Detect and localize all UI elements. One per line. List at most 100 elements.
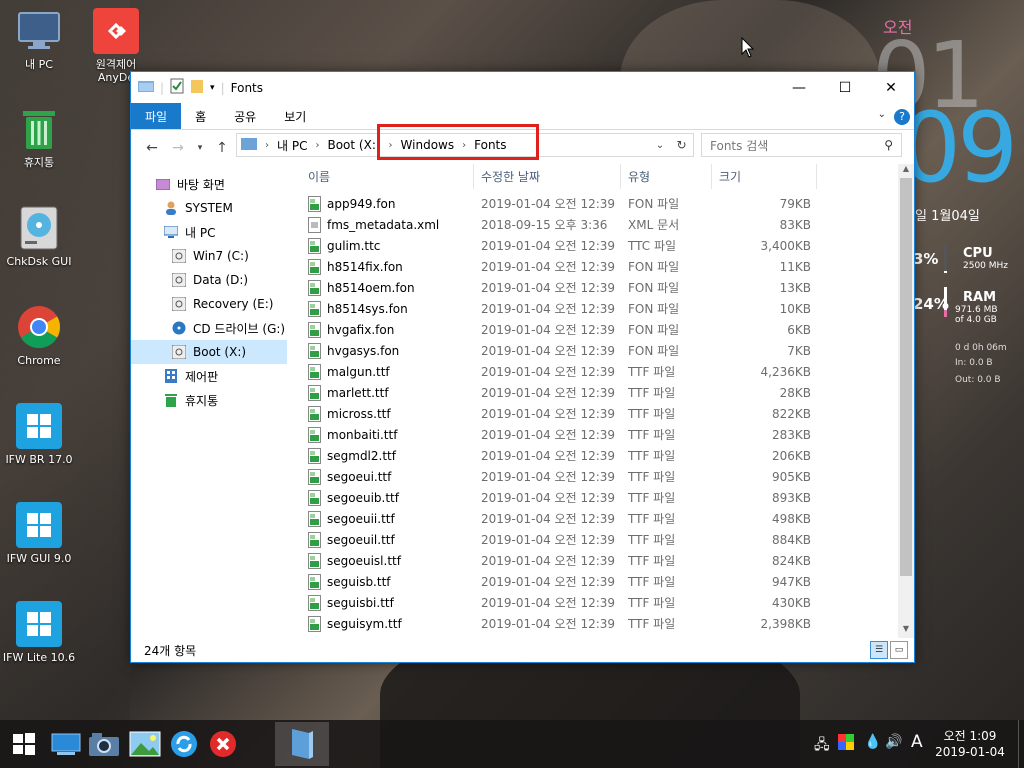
taskbar-image-viewer[interactable] xyxy=(127,726,163,762)
breadcrumb-my-pc[interactable]: 내 PC xyxy=(273,137,311,154)
desktop-icon-ifw-br[interactable]: IFW BR 17.0 xyxy=(1,403,77,466)
back-button[interactable]: ← xyxy=(139,140,165,156)
file-row[interactable]: segoeuisl.ttf 2019-01-04 오전 12:39 TTF 파일 82… xyxy=(301,550,900,571)
file-date: 2019-01-04 오전 12:39 xyxy=(481,529,615,550)
file-row[interactable]: hvgafix.fon 2019-01-04 오전 12:39 FON 파일 6KB xyxy=(301,319,900,340)
breadcrumb-boot[interactable]: Boot (X:) xyxy=(323,138,384,152)
file-row[interactable]: hvgasys.fon 2019-01-04 오전 12:39 FON 파일 7KB xyxy=(301,340,900,361)
file-row[interactable]: segoeuii.ttf 2019-01-04 오전 12:39 TTF 파일 498… xyxy=(301,508,900,529)
help-button[interactable]: ? xyxy=(894,109,910,125)
file-row[interactable]: segmdl2.ttf 2019-01-04 오전 12:39 TTF 파일 206K… xyxy=(301,445,900,466)
up-button[interactable]: ↑ xyxy=(209,140,235,156)
vertical-scrollbar[interactable]: ▲ ▼ xyxy=(898,164,914,638)
file-row[interactable]: malgun.ttf 2019-01-04 오전 12:39 TTF 파일 4,236… xyxy=(301,361,900,382)
file-row[interactable]: seguisb.ttf 2019-01-04 오전 12:39 TTF 파일 947K… xyxy=(301,571,900,592)
file-size-text: 28KB xyxy=(779,385,811,400)
nav-item-my-pc[interactable]: 내 PC xyxy=(163,220,215,244)
desktop-icon-my-pc[interactable]: 내 PC xyxy=(1,8,77,71)
expand-ribbon-icon[interactable]: ⌄ xyxy=(878,109,886,120)
taskbar-explorer-window[interactable] xyxy=(275,722,329,766)
file-row[interactable]: h8514fix.fon 2019-01-04 오전 12:39 FON 파일 11K… xyxy=(301,256,900,277)
search-input[interactable]: Fonts 검색 ⚲ xyxy=(701,133,902,157)
refresh-button[interactable]: ↻ xyxy=(670,133,694,157)
file-row[interactable]: app949.fon 2019-01-04 오전 12:39 FON 파일 79KB xyxy=(301,193,900,214)
file-row[interactable]: h8514oem.fon 2019-01-04 오전 12:39 FON 파일 13K… xyxy=(301,277,900,298)
nav-item-control-panel[interactable]: 제어판 xyxy=(163,364,218,388)
start-button[interactable] xyxy=(6,726,42,762)
file-date: 2019-01-04 오전 12:39 xyxy=(481,298,615,319)
file-row[interactable]: monbaiti.ttf 2019-01-04 오전 12:39 TTF 파일 283… xyxy=(301,424,900,445)
file-date: 2019-01-04 오전 12:39 xyxy=(481,382,615,403)
details-view-button[interactable]: ☰ xyxy=(870,641,888,659)
nav-item-desktop[interactable]: 바탕 화면 xyxy=(155,172,225,196)
nav-item-recovery[interactable]: Recovery (E:) xyxy=(171,292,273,316)
file-row[interactable]: segoeuib.ttf 2019-01-04 오전 12:39 TTF 파일 893… xyxy=(301,487,900,508)
file-name-text: seguisb.ttf xyxy=(327,574,391,589)
file-row[interactable]: seguisbi.ttf 2019-01-04 오전 12:39 TTF 파일 430… xyxy=(301,592,900,613)
taskbar-capture-shortcut[interactable] xyxy=(86,726,122,762)
volume-icon[interactable]: 🔊 xyxy=(885,734,902,750)
desktop-icon-recycle-bin[interactable]: 휴지통 xyxy=(1,106,77,169)
new-folder-icon[interactable] xyxy=(190,78,204,97)
chevron-right-icon[interactable]: › xyxy=(261,140,273,151)
nav-item-data[interactable]: Data (D:) xyxy=(171,268,248,292)
user-icon xyxy=(163,200,179,216)
drop-icon[interactable]: 💧 xyxy=(864,734,881,750)
file-type-text: FON 파일 xyxy=(628,302,680,316)
nav-item-boot[interactable]: Boot (X:) xyxy=(131,340,287,364)
desktop-icon-ifw-lite[interactable]: IFW Lite 10.6 xyxy=(1,601,77,664)
title-bar[interactable]: | ▾ | Fonts — ☐ ✕ xyxy=(131,72,914,103)
nav-item-win7[interactable]: Win7 (C:) xyxy=(171,244,249,268)
file-size: 206KB xyxy=(719,445,811,466)
network-icon[interactable]: 🖧 xyxy=(814,734,830,758)
anydesk-icon xyxy=(93,8,139,54)
tab-share[interactable]: 공유 xyxy=(220,103,270,129)
nav-item-cd-drive[interactable]: CD 드라이브 (G:) xyxy=(171,316,285,340)
scrollbar-thumb[interactable] xyxy=(900,178,912,576)
properties-icon[interactable] xyxy=(170,78,184,97)
file-date-text: 2019-01-04 오전 12:39 xyxy=(481,575,616,589)
show-desktop-button[interactable] xyxy=(1018,720,1024,768)
taskbar-desktop-shortcut[interactable] xyxy=(48,726,84,762)
taskbar: 🖧 💧 🔊 A 오전 1:09 2019-01-04 xyxy=(0,720,1024,768)
column-header-name[interactable]: 이름 xyxy=(301,164,474,189)
maximize-button[interactable]: ☐ xyxy=(822,72,868,103)
nav-item-system[interactable]: SYSTEM xyxy=(163,196,233,220)
recent-locations-button[interactable]: ▾ xyxy=(191,143,209,153)
file-row[interactable]: marlett.ttf 2019-01-04 오전 12:39 TTF 파일 28KB xyxy=(301,382,900,403)
chevron-right-icon[interactable]: › xyxy=(311,140,323,151)
address-history-button[interactable]: ⌄ xyxy=(650,133,670,157)
file-row[interactable]: segoeuil.ttf 2019-01-04 오전 12:39 TTF 파일 884… xyxy=(301,529,900,550)
tab-home[interactable]: 홈 xyxy=(181,103,220,129)
file-row[interactable]: h8514sys.fon 2019-01-04 오전 12:39 FON 파일 10K… xyxy=(301,298,900,319)
file-date-text: 2019-01-04 오전 12:39 xyxy=(481,449,616,463)
minimize-button[interactable]: — xyxy=(776,72,822,103)
desktop-icon-ifw-gui[interactable]: IFW GUI 9.0 xyxy=(1,502,77,565)
scroll-down-icon[interactable]: ▼ xyxy=(898,624,914,638)
taskbar-close-app[interactable] xyxy=(205,726,241,762)
close-button[interactable]: ✕ xyxy=(868,72,914,103)
desktop-icon-chkdsk[interactable]: ChkDsk GUI xyxy=(1,205,77,268)
taskbar-clock[interactable]: 오전 1:09 2019-01-04 xyxy=(928,728,1012,760)
file-row[interactable]: micross.ttf 2019-01-04 오전 12:39 TTF 파일 822K… xyxy=(301,403,900,424)
large-icons-view-button[interactable]: ▭ xyxy=(890,641,908,659)
color-palette-icon[interactable] xyxy=(838,734,854,754)
nav-item-recycle-bin[interactable]: 휴지통 xyxy=(163,388,218,412)
forward-button[interactable]: → xyxy=(165,140,191,156)
close-icon: ✕ xyxy=(885,79,897,96)
file-row[interactable]: seguisym.ttf 2019-01-04 오전 12:39 TTF 파일 2,3… xyxy=(301,613,900,634)
input-language-indicator[interactable]: A xyxy=(911,732,923,752)
scroll-up-icon[interactable]: ▲ xyxy=(898,164,914,178)
desktop-icon-chrome[interactable]: Chrome xyxy=(1,304,77,367)
taskbar-sync-app[interactable] xyxy=(166,726,202,762)
file-row[interactable]: fms_metadata.xml 2018-09-15 오후 3:36 XML 문서… xyxy=(301,214,900,235)
file-row[interactable]: gulim.ttc 2019-01-04 오전 12:39 TTC 파일 3,400K… xyxy=(301,235,900,256)
tab-view[interactable]: 보기 xyxy=(270,103,320,129)
column-header-type[interactable]: 유형 xyxy=(621,164,712,189)
cpu-meter: 3% xyxy=(913,250,938,268)
quick-access-dropdown-icon[interactable]: ▾ xyxy=(210,83,215,93)
column-header-size[interactable]: 크기 xyxy=(712,164,817,189)
file-row[interactable]: segoeui.ttf 2019-01-04 오전 12:39 TTF 파일 905K… xyxy=(301,466,900,487)
tab-file[interactable]: 파일 xyxy=(131,103,182,129)
column-header-date[interactable]: 수정한 날짜 xyxy=(474,164,621,189)
